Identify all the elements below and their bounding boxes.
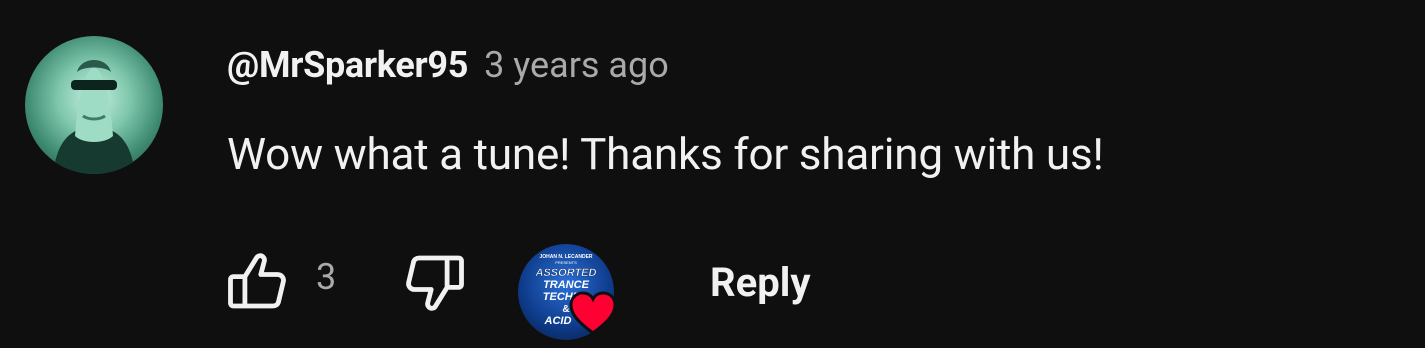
author-avatar[interactable]	[25, 36, 163, 174]
creator-heart-badge: JOHAN N. LECANDER PRESENTS ASSORTED TRAN…	[516, 242, 622, 342]
creator-avatar-line-3: ASSORTED	[535, 267, 597, 279]
thumbs-up-icon	[228, 253, 286, 309]
comment-header: @MrSparker95 3 years ago	[227, 44, 669, 96]
comment-action-bar: 3 JOHAN N. LECANDER PRESENTS ASSORTED TR…	[220, 234, 920, 342]
heart-icon	[568, 290, 618, 336]
creator-avatar-line-2: PRESENTS	[555, 260, 577, 265]
author-name[interactable]: @MrSparker95	[227, 44, 468, 86]
comment-text: Wow what a tune! Thanks for sharing with…	[227, 128, 1104, 180]
thumbs-down-icon	[406, 255, 464, 311]
like-count: 3	[316, 256, 337, 298]
dislike-button[interactable]	[400, 246, 472, 318]
comment-timestamp[interactable]: 3 years ago	[484, 44, 669, 86]
user-avatar-image	[53, 60, 135, 174]
reply-button[interactable]: Reply	[694, 246, 826, 318]
like-button[interactable]	[220, 246, 292, 318]
